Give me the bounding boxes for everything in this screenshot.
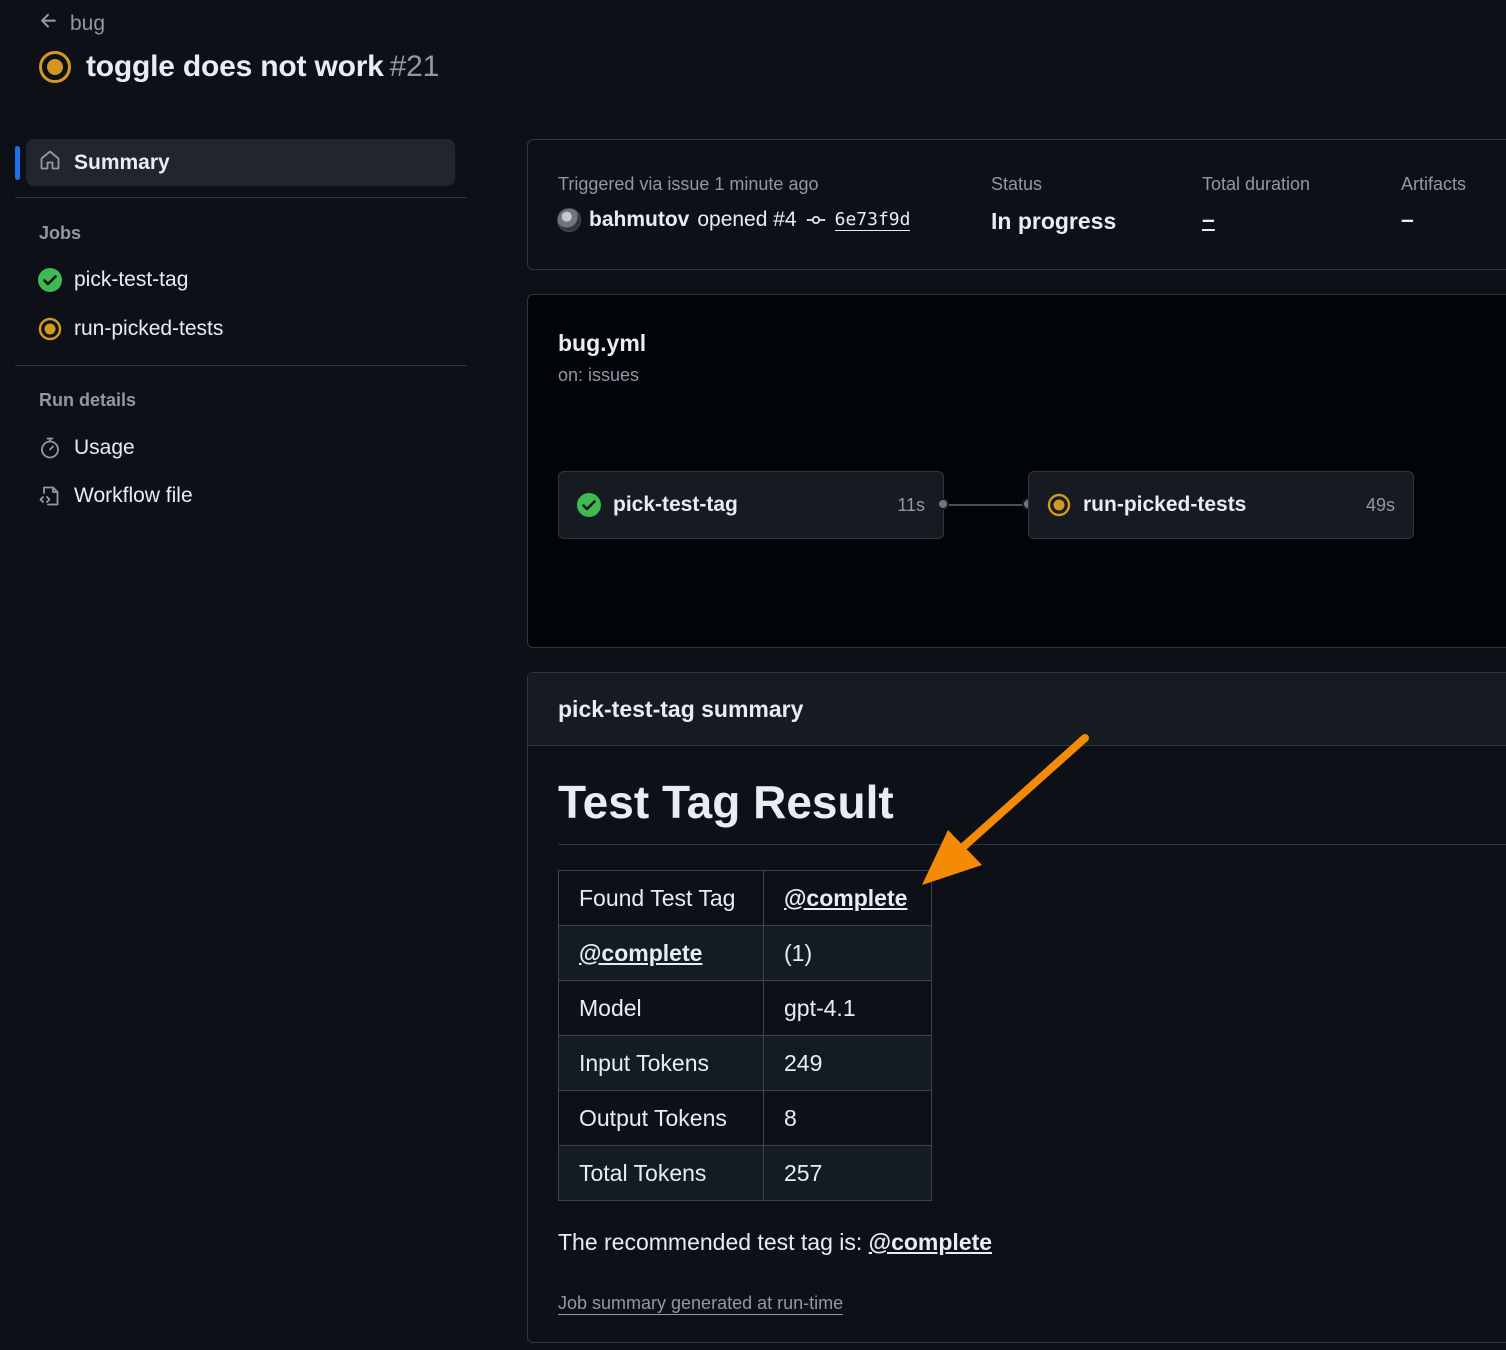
sidebar-job-run-picked-tests[interactable]: run-picked-tests	[38, 317, 223, 341]
trigger-action: opened #4	[697, 208, 797, 231]
commit-icon	[805, 209, 827, 231]
trigger-details: bahmutov opened #4 6e73f9d	[557, 208, 911, 232]
artifacts-value: –	[1401, 206, 1414, 232]
table-row: Found Test Tag @complete	[558, 870, 932, 926]
run-title: toggle does not work #21	[38, 50, 439, 84]
graph-job-duration: 49s	[1365, 494, 1395, 515]
status-label: Status	[991, 174, 1043, 194]
summary-title: pick-test-tag summary	[558, 696, 804, 722]
duration-label: Total duration	[1202, 174, 1311, 194]
table-row: Output Tokens 8	[558, 1090, 932, 1146]
result-heading: Test Tag Result	[558, 776, 894, 828]
sidebar-item-label: Workflow file	[74, 484, 193, 507]
tag-link[interactable]: @complete	[579, 940, 702, 966]
table-cell: Total Tokens	[558, 1145, 764, 1201]
file-code-icon	[38, 484, 62, 508]
workflow-name: bug.yml	[558, 330, 647, 356]
run-info-card	[527, 139, 1506, 270]
graph-job-run-picked-tests[interactable]: run-picked-tests 49s	[1028, 471, 1414, 539]
graph-job-duration: 11s	[897, 494, 925, 515]
workflow-trigger: on: issues	[558, 365, 640, 385]
trigger-text: Triggered via issue 1 minute ago	[558, 174, 819, 194]
graph-job-label: run-picked-tests	[1083, 493, 1247, 516]
table-cell: Model	[558, 980, 764, 1036]
table-cell: 249	[763, 1035, 932, 1091]
recommendation-text: The recommended test tag is: @complete	[558, 1229, 992, 1256]
check-circle-icon	[38, 268, 62, 292]
artifacts-label: Artifacts	[1401, 174, 1467, 194]
sidebar-divider	[15, 197, 467, 198]
sidebar-item-label: Summary	[74, 150, 170, 174]
in-progress-icon	[38, 50, 72, 84]
table-cell: (1)	[763, 925, 932, 981]
page-title-text: toggle does not work	[86, 50, 384, 83]
trigger-user[interactable]: bahmutov	[589, 208, 689, 232]
table-row: Input Tokens 249	[558, 1035, 932, 1091]
recommended-tag-link[interactable]: @complete	[869, 1229, 992, 1255]
table-cell: Found Test Tag	[558, 870, 764, 926]
tag-link[interactable]: @complete	[784, 885, 907, 911]
table-cell: 8	[763, 1090, 932, 1146]
sidebar-job-label: pick-test-tag	[74, 268, 189, 291]
in-progress-icon	[1047, 493, 1071, 517]
table-cell: gpt-4.1	[763, 980, 932, 1036]
sidebar-item-workflow-file[interactable]: Workflow file	[38, 484, 193, 508]
duration-value[interactable]: –	[1202, 206, 1215, 233]
in-progress-icon	[38, 317, 62, 341]
result-table: Found Test Tag @complete @complete (1) M…	[558, 870, 932, 1201]
sidebar-job-label: run-picked-tests	[74, 317, 224, 340]
generated-note-link[interactable]: Job summary generated at run-time	[558, 1293, 844, 1315]
table-row: Total Tokens 257	[558, 1145, 932, 1201]
commit-link[interactable]: 6e73f9d	[834, 209, 911, 231]
table-cell: @complete	[558, 925, 764, 981]
table-row: Model gpt-4.1	[558, 980, 932, 1036]
sidebar-item-label: Usage	[74, 436, 135, 459]
table-cell: Input Tokens	[558, 1035, 764, 1091]
table-cell: Output Tokens	[558, 1090, 764, 1146]
status-value: In progress	[991, 208, 1117, 234]
graph-job-pick-test-tag[interactable]: pick-test-tag 11s	[558, 471, 944, 539]
table-row: @complete (1)	[558, 925, 932, 981]
graph-port	[937, 498, 949, 510]
check-circle-icon	[577, 493, 601, 517]
page-title: toggle does not work #21	[86, 50, 439, 84]
sidebar-item-usage[interactable]: Usage	[38, 436, 135, 460]
graph-job-label: pick-test-tag	[613, 493, 738, 516]
sidebar-job-pick-test-tag[interactable]: pick-test-tag	[38, 268, 188, 292]
arrow-left-icon	[38, 10, 60, 38]
active-indicator	[15, 146, 20, 180]
graph-connector	[944, 504, 1028, 506]
back-link-label: bug	[70, 12, 106, 35]
sidebar-divider	[15, 365, 467, 366]
back-link[interactable]: bug	[38, 10, 105, 38]
stopwatch-icon	[38, 436, 62, 460]
run-number: #21	[389, 50, 440, 83]
recommendation-prefix: The recommended test tag is:	[558, 1229, 869, 1255]
avatar[interactable]	[557, 208, 581, 232]
table-cell: 257	[763, 1145, 932, 1201]
annotation-arrow-icon	[922, 734, 1089, 885]
run-details-section-label: Run details	[39, 390, 137, 410]
jobs-section-label: Jobs	[39, 223, 82, 243]
home-icon	[38, 148, 62, 178]
sidebar-item-summary[interactable]: Summary	[26, 139, 455, 186]
